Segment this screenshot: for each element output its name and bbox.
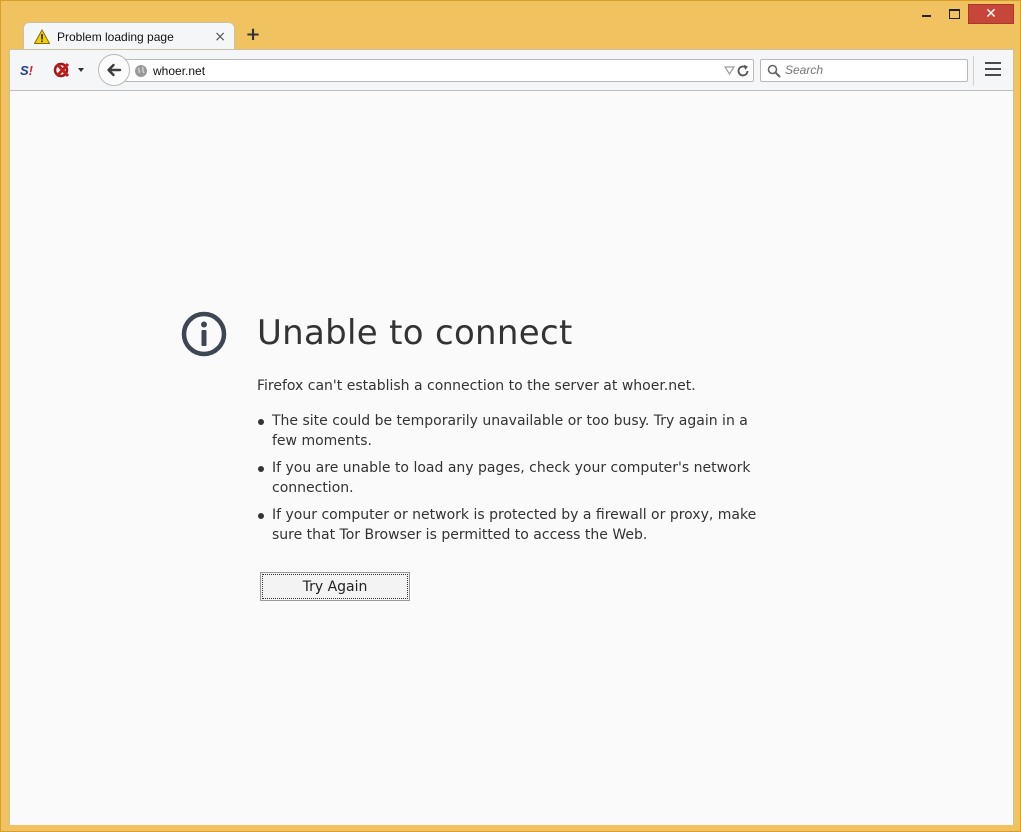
toolbar-divider (973, 56, 974, 86)
si-extension-icon[interactable]: S! (20, 59, 33, 81)
search-icon (767, 64, 781, 78)
error-title: Unable to connect (257, 313, 573, 353)
url-input[interactable] (153, 64, 653, 78)
globe-icon (135, 65, 147, 77)
warning-icon (34, 28, 50, 44)
minimize-icon (921, 15, 931, 17)
tab-close-button[interactable]: × (214, 29, 226, 45)
url-bar[interactable] (120, 59, 754, 82)
error-suggestions-list: The site could be temporarily unavailabl… (257, 411, 777, 552)
maximize-icon (948, 9, 960, 19)
close-window-button[interactable]: ✕ (968, 4, 1014, 24)
noscript-extension-icon[interactable] (52, 59, 86, 81)
hamburger-menu-icon[interactable] (985, 62, 1001, 76)
list-item: The site could be temporarily unavailabl… (257, 411, 777, 451)
maximize-button[interactable] (940, 4, 968, 24)
new-tab-button[interactable]: + (244, 26, 262, 44)
window-controls: ✕ (912, 4, 1014, 24)
tab-problem-loading[interactable]: Problem loading page × (23, 22, 235, 50)
history-dropdown-icon[interactable] (724, 66, 735, 75)
list-item: If your computer or network is protected… (257, 505, 777, 545)
search-bar[interactable] (760, 59, 968, 82)
back-button[interactable] (98, 54, 130, 86)
reload-icon[interactable] (736, 64, 750, 78)
back-arrow-icon (107, 63, 122, 77)
tab-title: Problem loading page (57, 29, 174, 44)
list-item: If you are unable to load any pages, che… (257, 458, 777, 498)
try-again-button[interactable]: Try Again (260, 572, 410, 601)
minimize-button[interactable] (912, 4, 940, 24)
browser-window: ✕ Problem loading page × + S! whoer.net … (0, 0, 1021, 832)
noscript-icon (53, 62, 84, 78)
search-input[interactable] (785, 63, 960, 77)
error-page-content: Unable to connect Firefox can't establis… (9, 91, 1014, 825)
try-again-label: Try Again (262, 574, 408, 599)
error-description: Firefox can't establish a connection to … (257, 378, 696, 394)
navigation-toolbar: S! (9, 49, 1014, 91)
info-icon (181, 311, 227, 357)
